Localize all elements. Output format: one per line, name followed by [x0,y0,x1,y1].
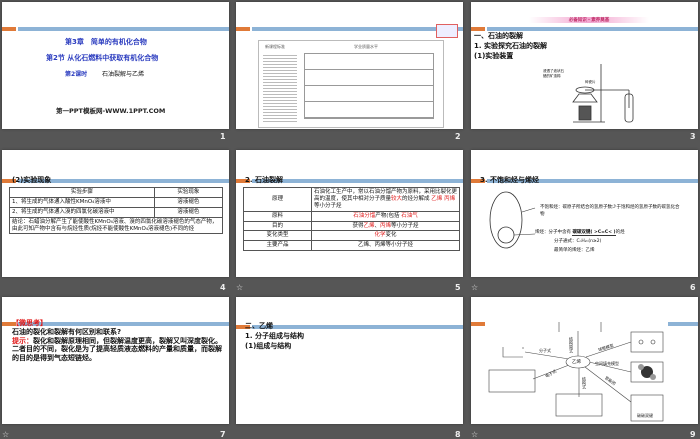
branch-label: 分子式 [539,348,551,353]
header-cell: 实验现象 [153,187,224,198]
apparatus-diagram [572,64,634,123]
result-cell: 溶液褪色 [153,206,224,218]
accent-bar [2,27,16,31]
row-label: 主要产品 [243,240,312,252]
heading-1: 一、石油的裂解 [474,32,523,40]
accent-bar [487,27,698,31]
section-title: 第2节 从化石燃料中获取有机化合物 [46,54,159,62]
text: 烯烃：分子中含有 [535,230,571,235]
text: 获得 [352,222,364,229]
star-icon[interactable]: ☆ [471,283,478,292]
grid [304,53,434,119]
functional-group: 碳碳双键 [637,413,653,418]
slide-title: 3. 不饱和烃与烯烃 [480,176,539,184]
conclusion-cell: 结论：石蜡油分解产生了能使酸性KMnO₄溶液、溴的四氯化碳溶液褪色的气态产物，由… [9,216,223,235]
branch-label: 结构简式 [569,337,574,353]
text-lines [263,53,297,123]
step-cell: 1、将生成的气体通入酸性KMnO₄溶液中 [9,196,155,208]
slide-thumbnail-1[interactable]: 第3章 简单的有机化合物 第2节 从化石燃料中获取有机化合物 第2课时 石油裂解… [2,2,229,129]
slide-thumbnail-5[interactable]: 2. 石油裂解 原理 石油化工生产中，常以石油分馏产物为原料，采用比裂化更高的温… [236,150,463,277]
slide-title: 2. 石油裂解 [245,176,283,184]
slide-number: 4 [220,283,226,292]
answer: 石油分馏 [353,212,376,219]
accent-bar [18,322,229,326]
left-header: 新课程标准 [265,44,285,49]
right-header: 学业质量水平 [354,44,378,49]
text: 等小分子烃 [391,222,419,229]
row-label: 原料 [243,210,312,222]
slide-thumbnail-6[interactable]: 3. 不饱和烃与烯烃 不饱和烃：碳原子所结合的氢原子数少于饱和烃的氢原子数的碳氢… [471,150,698,277]
slide-thumbnail-7[interactable]: 【微思考】 石油的裂化和裂解有何区别和联系? 提示：裂化和裂解原理相同，但裂解温… [2,297,229,424]
standards-table: 新课程标准 学业质量水平 [258,40,444,128]
hint-label: 提示： [12,337,33,345]
accent-bar [252,27,463,31]
answer: 石油气 [401,212,418,219]
answer: 较大 [391,195,403,202]
slide-number: 2 [455,132,461,141]
text: 的烃分解成 [402,195,430,202]
step-cell: 2、将生成的气体通入溴的四氯化碳溶液中 [9,206,155,218]
center-node: 乙烯 [572,360,581,365]
row-label: 目的 [243,220,312,232]
experiment-table: 实验步骤 实验现象 1、将生成的气体通入酸性KMnO₄溶液中 溶液褪色 2、将生成的… [9,187,224,235]
accent-bar [236,27,250,31]
slide-thumbnail-9[interactable]: 乙烯 分子式 电子式 结构式 结构简式 球棍模型 空间填充模型 官能团 碳碳双键 [471,297,698,424]
principle-cell: 石油化工生产中，常以石油分馏产物为原料，采用比裂化更高的温度，使其中相对分子质量… [311,187,460,212]
row-label: 变化类型 [243,230,312,242]
hint-text: 提示：裂化和裂解原理相同，但裂解温度更高，裂解又叫深度裂化。二者目的不同，裂化是… [12,337,222,362]
section-banner: 必备知识・素养奠基 [529,17,649,23]
text: 产物(包括 [375,212,400,219]
lesson-label: 第2课时 [65,71,88,78]
heading-1: 二、乙烯 [245,322,273,330]
hint-body: 裂化和裂解原理相同，但裂解温度更高，裂解又叫深度裂化。二者目的不同，裂化是为了提… [12,337,222,362]
answer: 化学 [374,232,386,239]
slide-number: 6 [690,283,696,292]
slide-number: 3 [690,132,696,141]
slide-thumbnail-8[interactable]: 二、乙烯 1. 分子组成与结构 (1)组成与结构 [236,297,463,424]
definition-unsaturated: 不饱和烃：碳原子所结合的氢原子数少于饱和烃的氢原子数的碳氢化合物 [540,205,680,217]
slide-number: 5 [455,283,461,292]
site-label: 第一PPT模板网-WWW.1PPT.COM [56,107,166,115]
result-cell: 溶液褪色 [153,196,224,208]
concept-map [488,322,664,422]
slide-thumbnail-4[interactable]: (2)实验现象 实验步骤 实验现象 1、将生成的气体通入酸性KMnO₄溶液中 溶液褪… [2,150,229,277]
answer: 丙烯 [444,195,456,202]
header-cell: 实验步骤 [9,187,155,198]
accent-bar [471,27,485,31]
accent-bar [252,325,463,329]
heading-2: 1. 分子组成与结构 [245,332,304,340]
text: 的烃 [615,230,625,235]
general-formula: 分子通式：CₙH₂ₙ(n≥2) [554,239,602,244]
answer: 碳碳双键( >C=C< ) [572,230,616,236]
cracking-table: 原理 石油化工生产中，常以石油分馏产物为原料，采用比裂化更高的温度，使其中相对分… [243,187,460,252]
branch-label: 结构式 [582,377,587,389]
star-icon[interactable]: ☆ [236,283,243,292]
row-label: 原理 [243,187,312,212]
heading-2: 1. 实验探究石油的裂解 [474,42,547,50]
think-tag: 【微思考】 [12,319,47,327]
set-diagram [489,191,536,249]
heading-3: (1)实验装置 [474,52,514,60]
slide-thumbnail-2[interactable]: 新课程标准 学业质量水平 [236,2,463,129]
question: 石油的裂化和裂解有何区别和联系? [12,328,122,336]
text: 乙烯、丙烯等小分子烃 [311,240,460,252]
accent-bar [252,179,463,183]
heading-3: (1)组成与结构 [245,342,292,350]
definition-alkene: 烯烃：分子中含有 碳碳双键( >C=C< )的烃 [535,229,625,236]
answer: 丙烯 [380,222,392,229]
lesson-title: 石油裂解与乙烯 [102,71,145,78]
answer: 乙烯 [363,222,375,229]
slide-title: (2)实验现象 [12,176,52,184]
chapter-title: 第3章 简单的有机化合物 [65,38,147,46]
branch-label: 空间填充模型 [595,361,619,366]
accent-bar [18,27,229,31]
simplest-alkene: 最简单的烯烃：乙烯 [554,248,595,253]
text: 变化 [385,232,397,239]
slide-thumbnail-3[interactable]: 必备知识・素养奠基 一、石油的裂解 1. 实验探究石油的裂解 (1)实验装置 浸… [471,2,698,129]
answer: 乙烯 [431,195,443,202]
note-box [436,24,458,38]
text: 等小分子烃 [314,202,342,209]
slide-number: 1 [220,132,226,141]
